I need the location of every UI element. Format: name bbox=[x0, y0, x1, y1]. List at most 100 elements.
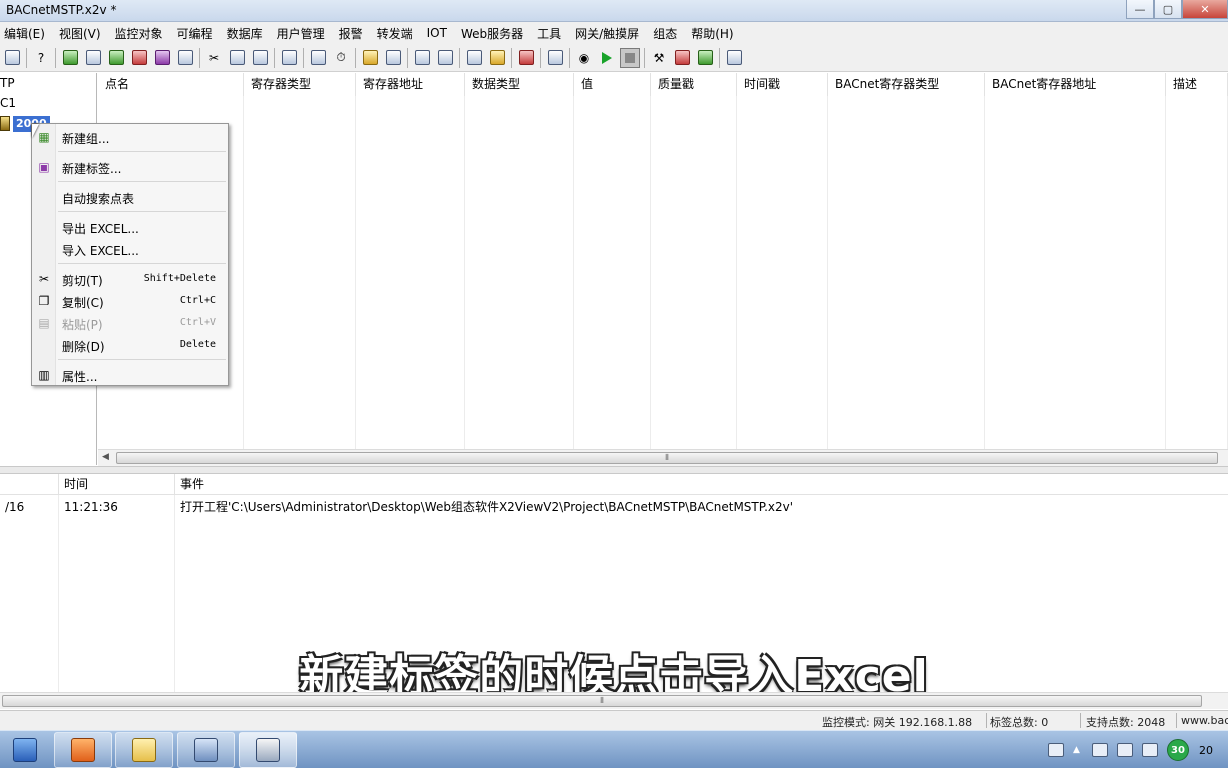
import-icon[interactable] bbox=[129, 48, 149, 68]
table-body bbox=[98, 96, 1228, 449]
server-icon[interactable] bbox=[545, 48, 565, 68]
timer-icon[interactable]: ⏱ bbox=[331, 48, 351, 68]
menu-web-server[interactable]: Web服务器 bbox=[461, 25, 523, 42]
stop-icon[interactable] bbox=[620, 47, 640, 68]
signal-icon[interactable] bbox=[1117, 743, 1133, 757]
menu-item-delete[interactable]: 删除(D) Delete bbox=[32, 335, 228, 355]
keyboard-icon[interactable] bbox=[1048, 743, 1064, 757]
scrollbar-thumb[interactable]: ⦀ bbox=[2, 695, 1202, 707]
menu-edit[interactable]: 编辑(E) bbox=[4, 25, 45, 42]
menu-item-label: 导出 EXCEL... bbox=[62, 222, 139, 236]
close-button[interactable]: ✕ bbox=[1182, 0, 1228, 19]
column-header[interactable]: 时间 bbox=[59, 474, 175, 495]
column-header[interactable]: 描述 bbox=[1166, 73, 1228, 96]
list-icon[interactable] bbox=[308, 48, 328, 68]
maximize-button[interactable]: ▢ bbox=[1154, 0, 1182, 19]
clock[interactable]: 20 bbox=[1199, 744, 1213, 757]
alarm-clock-icon[interactable] bbox=[516, 48, 536, 68]
column-header[interactable]: 值 bbox=[574, 73, 651, 96]
keyboard-icon[interactable] bbox=[724, 48, 744, 68]
tree-node[interactable]: C1 bbox=[0, 96, 16, 110]
log-horizontal-scrollbar[interactable]: ⦀ bbox=[0, 692, 1228, 709]
column-header[interactable]: 点名 bbox=[98, 73, 244, 96]
menu-user-management[interactable]: 用户管理 bbox=[277, 25, 325, 42]
status-divider bbox=[986, 713, 987, 728]
toolbar-separator bbox=[274, 47, 275, 68]
database-icon[interactable] bbox=[60, 48, 80, 68]
column-header[interactable]: 寄存器类型 bbox=[244, 73, 356, 96]
menu-bar: 编辑(E) 视图(V) 监控对象 可编程 数据库 用户管理 报警 转发端 IOT… bbox=[0, 22, 1228, 44]
column-header[interactable]: 事件 bbox=[175, 474, 1228, 495]
tools-icon[interactable]: ⚒ bbox=[649, 48, 669, 68]
menu-configuration[interactable]: 组态 bbox=[653, 25, 677, 42]
menu-alarm[interactable]: 报警 bbox=[339, 25, 363, 42]
menu-gateway[interactable]: 网关/触摸屏 bbox=[575, 25, 639, 42]
volume-icon[interactable] bbox=[1142, 743, 1158, 757]
save-icon[interactable] bbox=[2, 48, 22, 68]
column-header[interactable]: BACnet寄存器类型 bbox=[828, 73, 985, 96]
properties-icon: ▥ bbox=[38, 368, 50, 382]
column-header[interactable]: 时间戳 bbox=[737, 73, 828, 96]
notification-badge[interactable]: 30 bbox=[1167, 739, 1189, 761]
properties-icon[interactable] bbox=[175, 48, 195, 68]
menu-separator bbox=[58, 151, 226, 152]
link-icon[interactable] bbox=[83, 48, 103, 68]
download-icon[interactable] bbox=[672, 48, 692, 68]
menu-view[interactable]: 视图(V) bbox=[59, 25, 101, 42]
taskbar-app[interactable] bbox=[0, 732, 50, 768]
menu-item-cut[interactable]: ✂ 剪切(T) Shift+Delete bbox=[32, 269, 228, 289]
menu-help[interactable]: 帮助(H) bbox=[691, 25, 733, 42]
column-header[interactable]: 数据类型 bbox=[465, 73, 574, 96]
chart-icon[interactable] bbox=[412, 48, 432, 68]
gauge-icon[interactable] bbox=[464, 48, 484, 68]
screen-icon[interactable] bbox=[435, 48, 455, 68]
network-icon[interactable] bbox=[383, 48, 403, 68]
copy-icon[interactable] bbox=[227, 48, 247, 68]
menu-item-label: 新建标签... bbox=[62, 162, 122, 176]
tray-expand-icon[interactable]: ▲ bbox=[1073, 745, 1083, 755]
taskbar-app-active[interactable] bbox=[239, 732, 297, 768]
column-header[interactable]: BACnet寄存器地址 bbox=[985, 73, 1166, 96]
menu-tools[interactable]: 工具 bbox=[537, 25, 561, 42]
paste-icon[interactable] bbox=[250, 48, 270, 68]
log-row[interactable]: /16 11:21:36 打开工程'C:\Users\Administrator… bbox=[0, 497, 1228, 517]
menu-monitor[interactable]: 监控对象 bbox=[115, 25, 163, 42]
new-tag-icon[interactable] bbox=[152, 48, 172, 68]
menu-iot[interactable]: IOT bbox=[427, 26, 447, 40]
taskbar-app[interactable] bbox=[54, 732, 112, 768]
scroll-left-icon[interactable]: ◀ bbox=[102, 452, 109, 462]
menu-item-properties[interactable]: ▥ 属性... bbox=[32, 365, 228, 385]
column-header[interactable] bbox=[0, 474, 59, 495]
menu-programmable[interactable]: 可编程 bbox=[177, 25, 213, 42]
upload-icon[interactable] bbox=[695, 48, 715, 68]
menu-separator bbox=[58, 263, 226, 264]
taskbar-app[interactable] bbox=[177, 732, 235, 768]
device-icon[interactable] bbox=[360, 48, 380, 68]
tree-node[interactable]: TP bbox=[0, 76, 15, 90]
menu-item-auto-search[interactable]: 自动搜索点表 bbox=[32, 187, 228, 207]
help-icon[interactable]: ? bbox=[31, 48, 51, 68]
menu-item-copy[interactable]: ❐ 复制(C) Ctrl+C bbox=[32, 291, 228, 311]
new-group-icon[interactable] bbox=[106, 48, 126, 68]
device-icon[interactable] bbox=[1092, 743, 1108, 757]
scrollbar-thumb[interactable]: ⦀ bbox=[116, 452, 1218, 464]
menu-item-export-excel[interactable]: 导出 EXCEL... bbox=[32, 217, 228, 237]
table-horizontal-scrollbar[interactable]: ◀ ⦀ bbox=[98, 449, 1228, 466]
menu-database[interactable]: 数据库 bbox=[227, 25, 263, 42]
column-header[interactable]: 质量戳 bbox=[651, 73, 737, 96]
status-tag-count: 标签总数: 0 bbox=[990, 716, 1049, 729]
run-icon[interactable] bbox=[597, 48, 617, 68]
eye-icon[interactable]: ◉ bbox=[574, 48, 594, 68]
cut-icon[interactable]: ✂ bbox=[204, 48, 224, 68]
menu-item-new-group[interactable]: ▦ 新建组... bbox=[32, 127, 228, 147]
menu-forwarder[interactable]: 转发端 bbox=[377, 25, 413, 42]
handshake-icon[interactable] bbox=[487, 48, 507, 68]
taskbar-app[interactable] bbox=[115, 732, 173, 768]
minimize-button[interactable]: — bbox=[1126, 0, 1154, 19]
pane-splitter[interactable] bbox=[0, 466, 1228, 474]
monitor-icon[interactable] bbox=[279, 48, 299, 68]
window-controls: — ▢ ✕ bbox=[1126, 0, 1228, 20]
column-header[interactable]: 寄存器地址 bbox=[356, 73, 465, 96]
menu-item-import-excel[interactable]: 导入 EXCEL... bbox=[32, 239, 228, 259]
menu-item-new-tag[interactable]: ▣ 新建标签... bbox=[32, 157, 228, 177]
